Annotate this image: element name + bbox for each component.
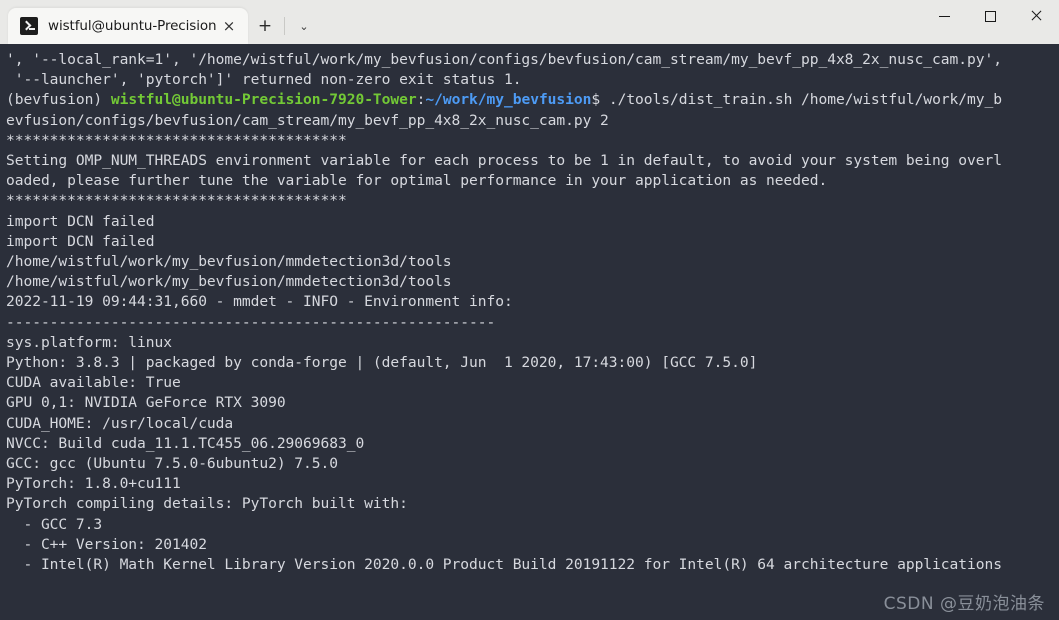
terminal-line: ', '--local_rank=1', '/home/wistful/work… — [6, 51, 1002, 68]
terminal-line: sys.platform: linux — [6, 333, 172, 351]
title-bar: wistful@ubuntu-Precision-79: × + ⌄ — [0, 0, 1059, 44]
terminal-line: CUDA_HOME: /usr/local/cuda — [6, 414, 234, 432]
terminal-line: evfusion/configs/bevfusion/cam_stream/my… — [6, 111, 609, 129]
terminal-line: ----------------------------------------… — [6, 313, 496, 331]
terminal-line: '--launcher', 'pytorch']' returned non-z… — [6, 71, 522, 89]
terminal-text: ', '--local_rank=1', '/home/wistful/work… — [6, 50, 1059, 575]
terminal-line: - Intel(R) Math Kernel Library Version 2… — [6, 556, 1002, 574]
terminal-line: GCC: gcc (Ubuntu 7.5.0-6ubuntu2) 7.5.0 — [6, 455, 338, 473]
terminal-segment-white: (bevfusion) — [6, 91, 111, 109]
terminal-line: CUDA available: True — [6, 374, 181, 392]
maximize-button[interactable] — [967, 0, 1013, 32]
tab-terminal-session[interactable]: wistful@ubuntu-Precision-79: × — [8, 8, 248, 44]
chevron-down-icon[interactable]: ⌄ — [287, 8, 321, 44]
terminal-segment-white: $ ./tools/dist_train.sh /home/wistful/wo… — [591, 91, 1002, 109]
terminal-output-pane[interactable]: ', '--local_rank=1', '/home/wistful/work… — [0, 44, 1059, 620]
maximize-icon — [984, 10, 996, 22]
terminal-line: (bevfusion) wistful@ubuntu-Precision-792… — [6, 90, 1059, 110]
close-button[interactable] — [1013, 0, 1059, 32]
terminal-segment-blue: ~/work/my_bevfusion — [425, 91, 592, 109]
watermark: CSDN @豆奶泡油条 — [883, 594, 1045, 614]
minimize-button[interactable] — [921, 0, 967, 32]
new-tab-button[interactable]: + — [248, 8, 282, 44]
terminal-line: Setting OMP_NUM_THREADS environment vari… — [6, 152, 1002, 170]
terminal-line: *************************************** — [6, 131, 347, 149]
terminal-line: PyTorch: 1.8.0+cu111 — [6, 475, 181, 493]
terminal-line: PyTorch compiling details: PyTorch built… — [6, 495, 408, 513]
terminal-segment-green: wistful@ubuntu-Precision-7920-Tower — [110, 91, 417, 109]
terminal-line: 2022-11-19 09:44:31,660 - mmdet - INFO -… — [6, 293, 513, 311]
tab-strip: wistful@ubuntu-Precision-79: × + ⌄ — [0, 0, 321, 44]
terminal-line: /home/wistful/work/my_bevfusion/mmdetect… — [6, 253, 452, 271]
toolbar-divider — [284, 17, 285, 35]
window-controls — [921, 0, 1059, 44]
close-icon — [1030, 10, 1042, 22]
tab-title: wistful@ubuntu-Precision-79: — [48, 18, 216, 34]
terminal-window: wistful@ubuntu-Precision-79: × + ⌄ ', '-… — [0, 0, 1059, 620]
close-tab-icon[interactable]: × — [216, 13, 242, 39]
terminal-line: /home/wistful/work/my_bevfusion/mmdetect… — [6, 273, 452, 291]
terminal-line: GPU 0,1: NVIDIA GeForce RTX 3090 — [6, 394, 286, 412]
terminal-line: import DCN failed — [6, 232, 155, 250]
terminal-line: NVCC: Build cuda_11.1.TC455_06.29069683_… — [6, 434, 365, 452]
terminal-line: Python: 3.8.3 | packaged by conda-forge … — [6, 354, 758, 372]
terminal-line: *************************************** — [6, 192, 347, 210]
minimize-icon — [938, 15, 950, 17]
terminal-line: - C++ Version: 201402 — [6, 535, 207, 553]
terminal-line: - GCC 7.3 — [6, 515, 103, 533]
terminal-line: oaded, please further tune the variable … — [6, 172, 828, 190]
terminal-line: import DCN failed — [6, 212, 155, 230]
terminal-icon — [20, 17, 38, 35]
